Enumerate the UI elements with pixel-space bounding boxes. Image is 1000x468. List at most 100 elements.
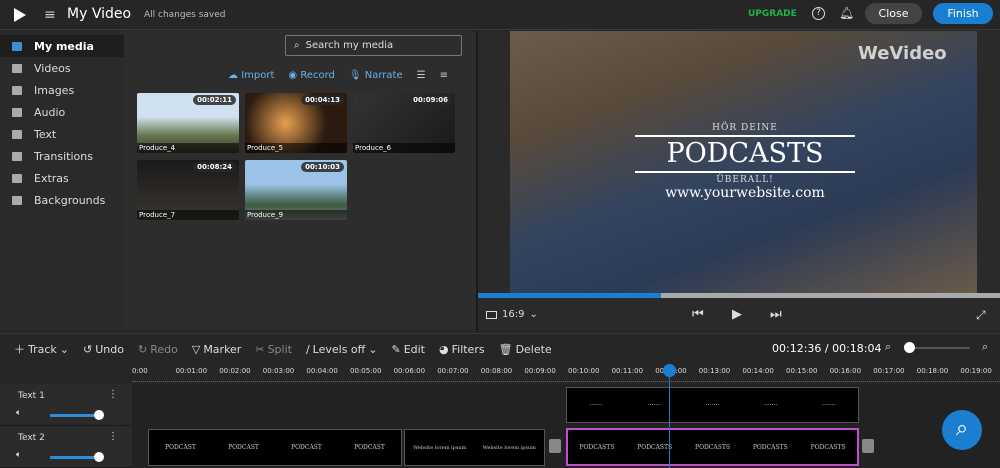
redo-button[interactable]: ↻Redo bbox=[138, 341, 178, 357]
zoom-slider[interactable] bbox=[908, 347, 970, 349]
media-thumbnail[interactable]: 00:04:13Produce_5 bbox=[245, 93, 347, 153]
bell-icon[interactable]: 🔔︎ bbox=[839, 6, 854, 20]
media-panel: ⌕ Search my media ☁ Import ◉ Record 🎙︎ N… bbox=[124, 31, 476, 330]
ruler-tick-label: 0:00 bbox=[132, 367, 148, 375]
duration-badge: 00:08:24 bbox=[193, 162, 236, 172]
top-bar: ≡ My Video All changes saved UPGRADE ? 🔔… bbox=[0, 0, 1000, 30]
media-name: Produce_7 bbox=[137, 210, 239, 220]
media-thumbnail[interactable]: 00:08:24 Produce_7 bbox=[137, 160, 239, 220]
help-icon[interactable]: ? bbox=[812, 7, 825, 20]
timeline-clip[interactable]: PODCASTPODCASTPODCASTPODCAST bbox=[148, 429, 402, 466]
time-ruler[interactable]: 0:0000:01:0000:02:0000:03:0000:04:0000:0… bbox=[132, 364, 1000, 382]
clip-text: PODCASTS bbox=[637, 444, 672, 451]
ruler-tick-label: 00:16:00 bbox=[830, 367, 861, 375]
ruler-tick-label: 00:06:00 bbox=[394, 367, 425, 375]
delete-button[interactable]: 🗑︎Delete bbox=[499, 341, 552, 357]
more-options-icon[interactable]: ⋮ bbox=[108, 431, 118, 442]
aspect-label: 16:9 bbox=[502, 309, 524, 320]
sidebar-item-my-media[interactable]: My media bbox=[0, 35, 124, 57]
sidebar-item-backgrounds[interactable]: Backgrounds bbox=[0, 189, 124, 211]
volume-slider[interactable] bbox=[50, 456, 100, 459]
undo-button[interactable]: ↺Undo bbox=[83, 341, 124, 357]
screen-icon bbox=[486, 311, 497, 319]
filter-icon[interactable]: ≡ bbox=[440, 70, 448, 81]
microphone-icon: 🎙︎ bbox=[349, 70, 362, 81]
menu-icon[interactable]: ≡ bbox=[44, 7, 56, 23]
video-preview[interactable]: WeVideo HÖR DEINE PODCASTS ÜBERALL! www.… bbox=[510, 31, 977, 293]
playhead[interactable] bbox=[669, 370, 670, 468]
sidebar-item-transitions[interactable]: Transitions bbox=[0, 145, 124, 167]
sidebar-item-label: Videos bbox=[34, 62, 71, 75]
duration-badge: 00:09:06 bbox=[409, 95, 452, 105]
upgrade-link[interactable]: UPGRADE bbox=[748, 9, 797, 19]
split-button[interactable]: ✂Split bbox=[255, 341, 292, 357]
video-icon bbox=[12, 64, 22, 73]
clip-text: PODCAST bbox=[165, 444, 196, 451]
duration-badge: 00:04:13 bbox=[301, 95, 344, 105]
sidebar-item-videos[interactable]: Videos bbox=[0, 57, 124, 79]
skip-back-icon[interactable]: ⏮︎ bbox=[692, 307, 704, 322]
volume-icon[interactable]: 🔈︎ bbox=[16, 450, 21, 460]
play-icon[interactable]: ▶︎ bbox=[732, 307, 742, 322]
narrate-label: Narrate bbox=[365, 70, 403, 81]
media-thumbnail[interactable]: 00:09:06Produce_6 bbox=[353, 93, 455, 153]
import-button[interactable]: ☁ Import bbox=[228, 70, 274, 81]
ruler-tick-label: 00:05:00 bbox=[350, 367, 381, 375]
marker-button[interactable]: ▽Marker bbox=[192, 341, 242, 357]
clip-text: PODCASTS bbox=[753, 444, 788, 451]
zoom-in-icon[interactable]: ⌕ bbox=[982, 340, 988, 354]
ruler-tick-label: 00:13:00 bbox=[699, 367, 730, 375]
narrate-button[interactable]: 🎙︎ Narrate bbox=[349, 70, 403, 81]
levels-button[interactable]: ∕Levels off⌄ bbox=[306, 341, 378, 357]
media-name: Produce_9 bbox=[245, 210, 347, 220]
transition-icon[interactable] bbox=[549, 439, 561, 453]
fullscreen-icon[interactable]: ⤢ bbox=[976, 308, 986, 323]
filters-button[interactable]: ◕Filters bbox=[439, 341, 485, 357]
clip-text: PODCASTS bbox=[579, 444, 614, 451]
ruler-tick-label: 00:18:00 bbox=[917, 367, 948, 375]
skip-forward-icon[interactable]: ⏭︎ bbox=[770, 307, 782, 322]
volume-icon[interactable]: 🔈︎ bbox=[16, 408, 21, 418]
track-header-text-2: Text 2 ⋮ 🔈︎ bbox=[0, 426, 132, 468]
split-label: Split bbox=[268, 343, 292, 356]
media-thumbnail[interactable]: 00:02:11Produce_4 bbox=[137, 93, 239, 153]
volume-slider[interactable] bbox=[50, 414, 100, 417]
sidebar-item-label: Extras bbox=[34, 172, 69, 185]
ruler-tick-label: 00:15:00 bbox=[786, 367, 817, 375]
sidebar-item-extras[interactable]: Extras bbox=[0, 167, 124, 189]
title-overlay: HÖR DEINE PODCASTS ÜBERALL! www.yourwebs… bbox=[635, 123, 855, 201]
finish-button[interactable]: Finish bbox=[933, 3, 993, 24]
record-button[interactable]: ◉ Record bbox=[288, 70, 334, 81]
media-thumbnail[interactable]: 00:10:03Produce_9 bbox=[245, 160, 347, 220]
ruler-tick-label: 00:17:00 bbox=[873, 367, 904, 375]
selected-timeline-clip[interactable]: PODCASTSPODCASTSPODCASTSPODCASTSPODCASTS bbox=[566, 428, 859, 466]
ruler-tick-label: 00:08:00 bbox=[481, 367, 512, 375]
timecode: 00:12:36 / 00:18:04 bbox=[772, 342, 882, 355]
track-header-text-1: Text 1 ⋮ 🔈︎ bbox=[0, 384, 132, 426]
sidebar-item-text[interactable]: Text bbox=[0, 123, 124, 145]
sidebar-item-images[interactable]: Images bbox=[0, 79, 124, 101]
timeline-clip[interactable]: Website lorem ipsumWebsite lorem ipsum bbox=[404, 429, 545, 466]
ruler-tick-label: 00:10:00 bbox=[568, 367, 599, 375]
help-search-button[interactable]: ⌕ bbox=[942, 410, 982, 450]
transition-icon[interactable] bbox=[862, 439, 874, 453]
edit-button[interactable]: ✎Edit bbox=[391, 341, 425, 357]
overlay-line1: HÖR DEINE bbox=[635, 123, 855, 133]
aspect-ratio-dropdown[interactable]: 16:9⌄ bbox=[486, 309, 538, 320]
sidebar-item-audio[interactable]: Audio bbox=[0, 101, 124, 123]
zoom-out-icon[interactable]: ⌕ bbox=[885, 340, 891, 354]
project-title[interactable]: My Video bbox=[67, 6, 131, 22]
wevideo-logo-icon[interactable] bbox=[14, 8, 26, 22]
search-input[interactable]: ⌕ Search my media bbox=[285, 35, 462, 56]
add-track-button[interactable]: ＋Track⌄ bbox=[14, 341, 69, 357]
close-button[interactable]: Close bbox=[865, 3, 922, 24]
timeline: ＋Track⌄ ↺Undo ↻Redo ▽Marker ✂Split ∕Leve… bbox=[0, 333, 1000, 467]
more-options-icon[interactable]: ⋮ bbox=[108, 389, 118, 400]
record-label: Record bbox=[300, 70, 335, 81]
preview-progress-bar[interactable] bbox=[478, 293, 1000, 298]
track-name: Text 1 bbox=[18, 391, 45, 401]
timeline-clip[interactable]: ··································· bbox=[566, 387, 859, 423]
media-name: Produce_4 bbox=[137, 143, 239, 153]
clip-text: PODCAST bbox=[291, 444, 322, 451]
sort-icon[interactable]: ☰ bbox=[417, 70, 426, 81]
